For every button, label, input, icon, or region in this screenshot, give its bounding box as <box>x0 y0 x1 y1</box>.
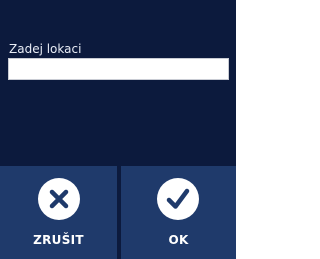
cancel-button[interactable]: ZRUŠIT <box>0 166 117 259</box>
checkmark-icon <box>157 178 199 220</box>
location-dialog: Zadej lokaci ZRUŠIT OK <box>0 0 236 259</box>
cancel-button-label: ZRUŠIT <box>33 233 84 247</box>
dialog-button-bar: ZRUŠIT OK <box>0 166 236 259</box>
ok-button[interactable]: OK <box>121 166 236 259</box>
location-prompt-label: Zadej lokaci <box>9 42 82 56</box>
location-input[interactable] <box>8 58 229 80</box>
ok-button-label: OK <box>168 233 189 247</box>
close-icon <box>38 178 80 220</box>
